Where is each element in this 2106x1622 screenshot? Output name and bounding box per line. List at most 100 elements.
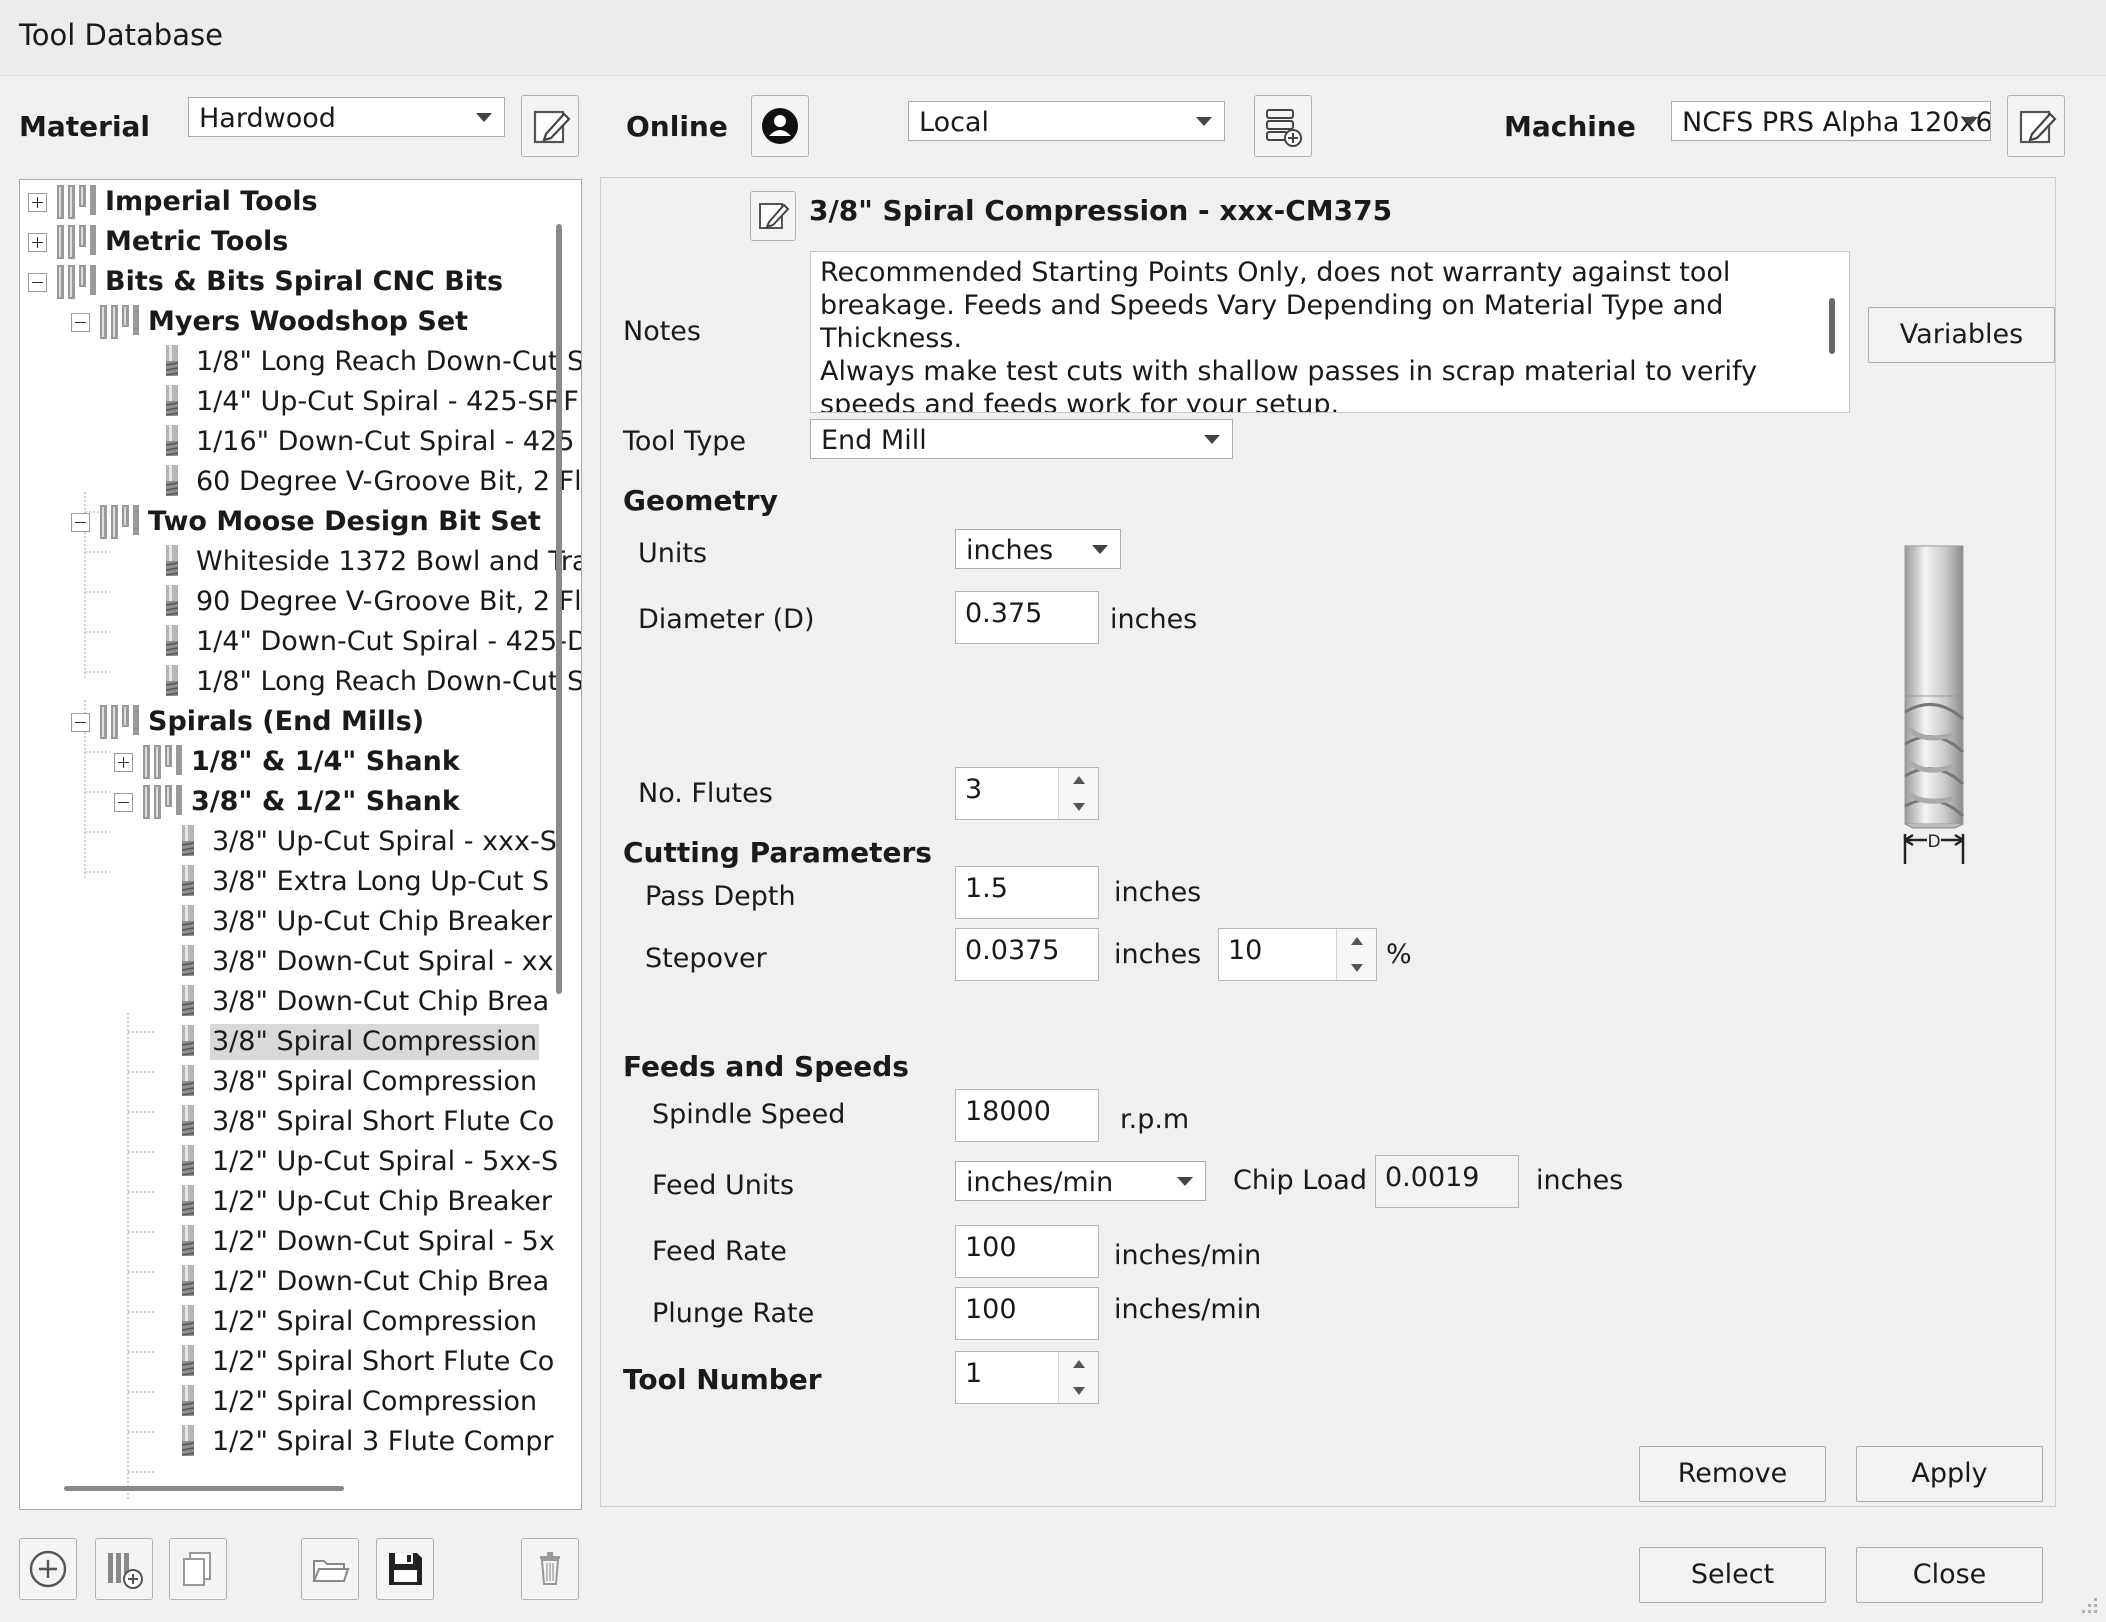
tree-tool-item[interactable]: 60 Degree V-Groove Bit, 2 Fl <box>164 462 581 502</box>
material-select[interactable]: Hardwood <box>188 97 505 137</box>
tree-tool-item[interactable]: 3/8" Down-Cut Spiral - xx <box>180 942 556 982</box>
tree-tool-item[interactable]: 1/2" Down-Cut Chip Brea <box>180 1262 551 1302</box>
tree-item-label: Bits & Bits Spiral CNC Bits <box>105 266 504 297</box>
tree-group[interactable]: Two Moose Design Bit Set <box>71 502 543 542</box>
spin-down-icon[interactable] <box>1351 964 1363 972</box>
expand-icon[interactable] <box>28 232 47 252</box>
tree-tool-item[interactable]: 1/8" Long Reach Down-Cut S <box>164 662 581 702</box>
spindle-speed-input[interactable]: 18000 <box>955 1089 1099 1142</box>
tree-tool-item[interactable]: 1/2" Spiral Compression <box>180 1302 539 1342</box>
tree-group[interactable]: Imperial Tools <box>28 182 320 222</box>
tree-tool-item[interactable]: 3/8" Spiral Short Flute Co <box>180 1102 556 1142</box>
add-group-button[interactable] <box>95 1538 153 1600</box>
collapse-icon[interactable] <box>71 312 90 332</box>
units-select[interactable]: inches <box>955 529 1121 569</box>
tree-group[interactable]: Bits & Bits Spiral CNC Bits <box>28 262 505 302</box>
collapse-icon[interactable] <box>71 512 90 532</box>
tree-tool-item[interactable]: 3/8" Up-Cut Spiral - xxx-S <box>180 822 559 862</box>
spin-up-icon[interactable] <box>1351 937 1363 945</box>
open-button[interactable] <box>301 1538 359 1600</box>
rename-tool-button[interactable] <box>750 191 796 241</box>
apply-button[interactable]: Apply <box>1856 1446 2043 1502</box>
collapse-icon[interactable] <box>114 792 133 812</box>
chip-load-label: Chip Load <box>1233 1165 1367 1196</box>
tree-horizontal-scrollbar[interactable] <box>64 1486 344 1491</box>
tool-tree[interactable]: Imperial Tools Metric Tools Bits & Bits Sp… <box>19 179 582 1510</box>
tree-tool-item[interactable]: 1/2" Down-Cut Spiral - 5x <box>180 1222 557 1262</box>
spin-up-icon[interactable] <box>1073 1360 1085 1368</box>
flutes-spinbox[interactable]: 3 <box>955 767 1099 820</box>
tree-item-label: 1/8" & 1/4" Shank <box>191 746 460 777</box>
tool-type-label: Tool Type <box>623 426 747 457</box>
spindle-speed-unit: r.p.m <box>1120 1104 1190 1135</box>
spin-down-icon[interactable] <box>1073 1387 1085 1395</box>
tool-number-spin-buttons[interactable] <box>1058 1352 1098 1403</box>
add-database-button[interactable] <box>1254 95 1312 157</box>
tree-tool-item[interactable]: 1/4" Up-Cut Spiral - 425-SRF <box>164 382 581 422</box>
diameter-input[interactable]: 0.375 <box>955 591 1099 644</box>
save-button[interactable] <box>376 1538 434 1600</box>
online-source-select[interactable]: Local <box>908 101 1225 141</box>
expand-icon[interactable] <box>114 752 133 772</box>
feed-units-select[interactable]: inches/min <box>955 1161 1206 1201</box>
tree-tool-item[interactable]: 3/8" Up-Cut Chip Breaker <box>180 902 554 942</box>
tree-tool-item[interactable]: 1/2" Up-Cut Spiral - 5xx-S <box>180 1142 560 1182</box>
tree-group[interactable]: 1/8" & 1/4" Shank <box>114 742 462 782</box>
stepover-percent-spinbox[interactable]: 10 <box>1218 928 1377 981</box>
tree-tool-item[interactable]: 1/2" Spiral Compression <box>180 1382 539 1422</box>
open-folder-icon <box>312 1560 350 1582</box>
tree-tool-item[interactable]: 3/8" Down-Cut Chip Brea <box>180 982 551 1022</box>
add-tool-button[interactable] <box>19 1538 77 1600</box>
tree-tool-item[interactable]: 1/16" Down-Cut Spiral - 425 <box>164 422 576 462</box>
delete-tool-button[interactable] <box>521 1538 579 1600</box>
resize-grip-icon[interactable] <box>2076 1592 2100 1616</box>
variables-button[interactable]: Variables <box>1868 307 2055 363</box>
tree-vertical-scrollbar[interactable] <box>556 224 562 994</box>
tree-tool-item[interactable]: 3/8" Spiral Compression <box>180 1062 539 1102</box>
tool-type-select[interactable]: End Mill <box>810 419 1233 459</box>
feed-rate-input[interactable]: 100 <box>955 1225 1099 1278</box>
select-button[interactable]: Select <box>1639 1547 1826 1603</box>
expand-icon[interactable] <box>28 192 47 212</box>
collapse-icon[interactable] <box>71 712 90 732</box>
machine-select[interactable]: NCFS PRS Alpha 120x6 <box>1671 101 1991 141</box>
edit-machine-button[interactable] <box>2007 95 2065 157</box>
notes-textarea[interactable]: Recommended Starting Points Only, does n… <box>810 251 1850 413</box>
diagram-d-label: D <box>1927 832 1940 852</box>
spin-up-icon[interactable] <box>1073 776 1085 784</box>
edit-material-button[interactable] <box>521 95 579 157</box>
tree-tool-item[interactable]: 1/2" Spiral 3 Flute Compr <box>180 1422 556 1462</box>
tree-group[interactable]: Metric Tools <box>28 222 290 262</box>
collapse-icon[interactable] <box>28 272 47 292</box>
tree-tool-item[interactable]: 1/4" Down-Cut Spiral - 425-D <box>164 622 581 662</box>
tree-tool-item[interactable]: Whiteside 1372 Bowl and Tra <box>164 542 581 582</box>
online-account-button[interactable] <box>751 95 809 157</box>
chip-load-unit: inches <box>1536 1165 1624 1196</box>
tool-group-icon <box>55 183 99 221</box>
remove-button[interactable]: Remove <box>1639 1446 1826 1502</box>
chevron-down-icon <box>1962 117 1978 126</box>
spin-down-icon[interactable] <box>1073 803 1085 811</box>
copy-tool-button[interactable] <box>169 1538 227 1600</box>
delete-icon <box>540 1552 560 1585</box>
tree-tool-item[interactable]: 3/8" Spiral Compression <box>180 1022 540 1062</box>
tool-number-spinbox[interactable]: 1 <box>955 1351 1099 1404</box>
tree-tool-item[interactable]: 1/8" Long Reach Down-Cut S <box>164 342 581 382</box>
tree-tool-item[interactable]: 1/2" Up-Cut Chip Breaker <box>180 1182 554 1222</box>
stepover-spin-buttons[interactable] <box>1336 929 1376 980</box>
flutes-spin-buttons[interactable] <box>1058 768 1098 819</box>
tree-tool-item[interactable]: 90 Degree V-Groove Bit, 2 Fl <box>164 582 581 622</box>
pass-depth-input[interactable]: 1.5 <box>955 866 1099 919</box>
plunge-rate-input[interactable]: 100 <box>955 1287 1099 1340</box>
stepover-input[interactable]: 0.0375 <box>955 928 1099 981</box>
tree-group[interactable]: Myers Woodshop Set <box>71 302 470 342</box>
notes-scrollbar[interactable] <box>1829 298 1835 354</box>
tool-number-label: Tool Number <box>623 1363 822 1396</box>
tree-group[interactable]: Spirals (End Mills) <box>71 702 426 742</box>
chip-load-value: 0.0019 <box>1375 1155 1519 1208</box>
tree-item-label: 1/2" Down-Cut Chip Brea <box>212 1266 550 1297</box>
close-button[interactable]: Close <box>1856 1547 2043 1603</box>
tree-tool-item[interactable]: 3/8" Extra Long Up-Cut S <box>180 862 551 902</box>
tree-group[interactable]: 3/8" & 1/2" Shank <box>114 782 462 822</box>
tree-tool-item[interactable]: 1/2" Spiral Short Flute Co <box>180 1342 556 1382</box>
